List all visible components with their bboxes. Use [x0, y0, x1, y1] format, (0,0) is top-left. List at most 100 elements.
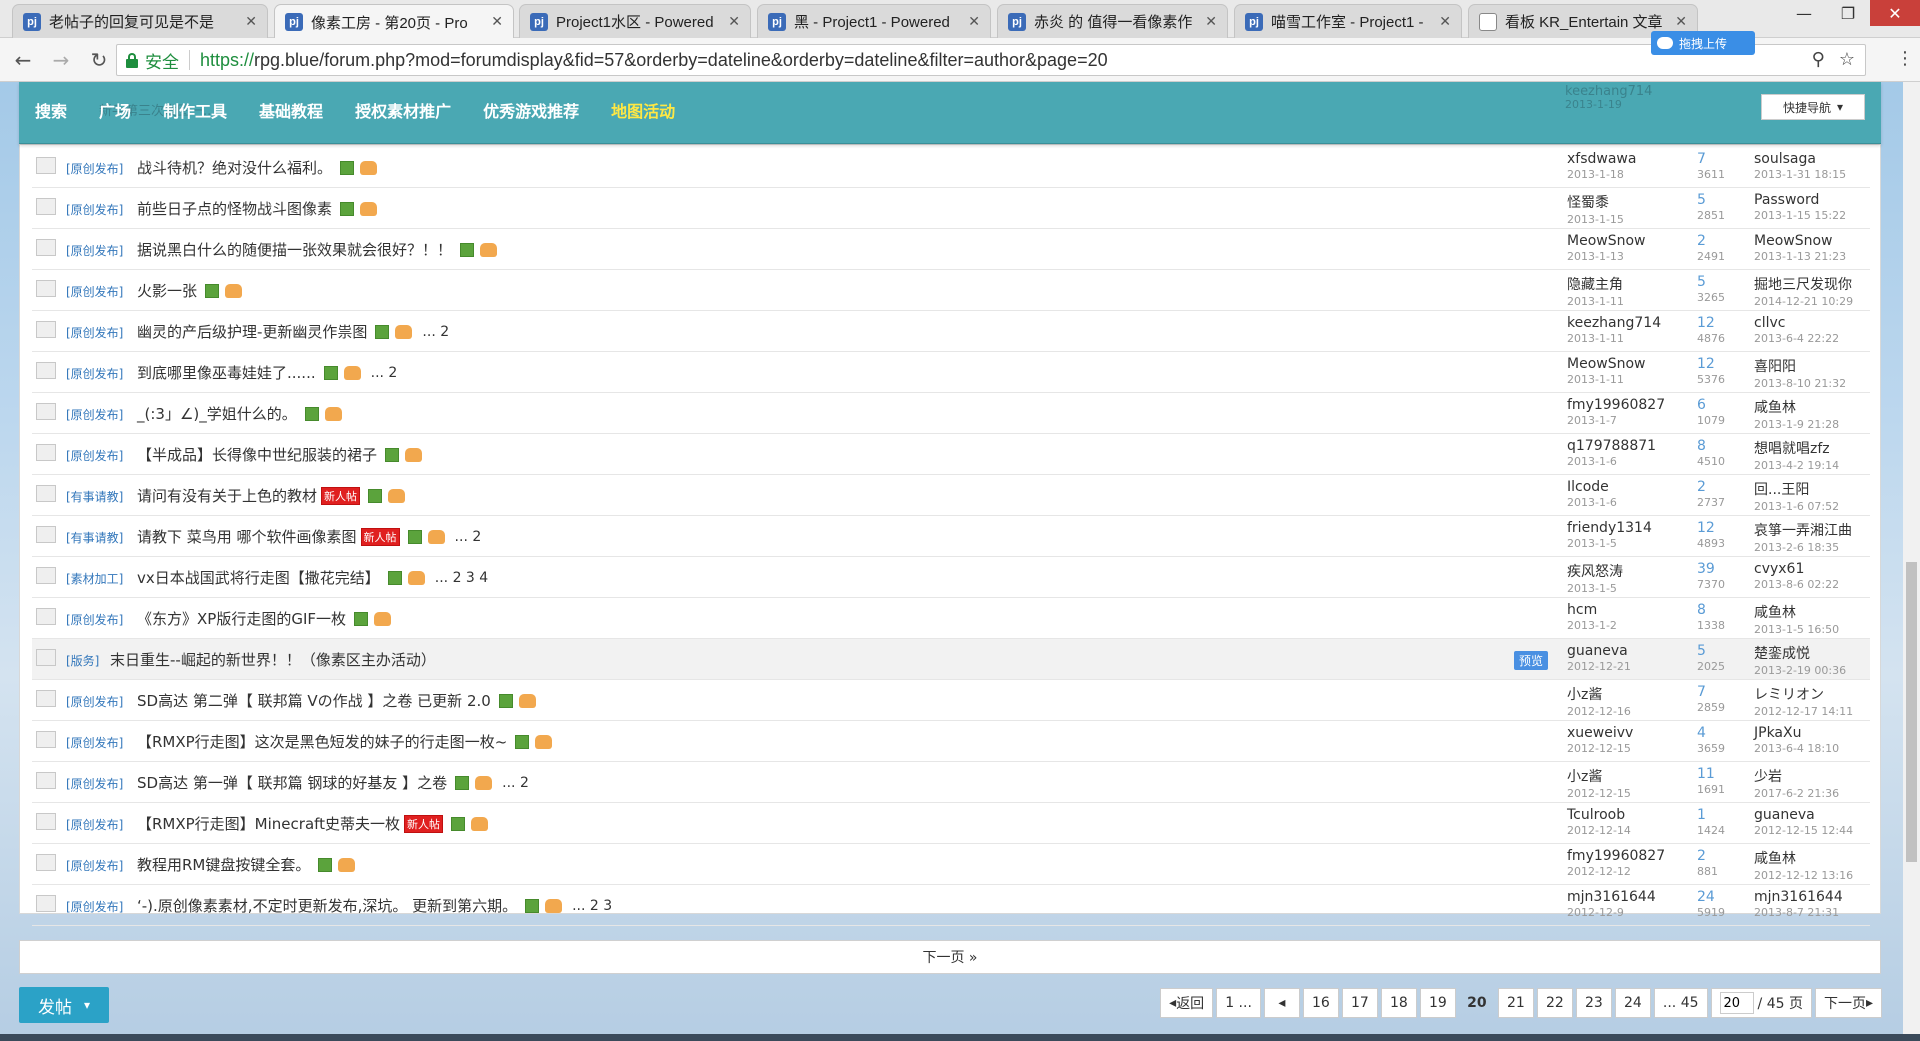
last-reply-date-link[interactable]: 2013-6-4 22:22: [1754, 332, 1870, 345]
forum-nav-link[interactable]: 基础教程: [259, 98, 323, 122]
next-page-button[interactable]: 下一页 ▸: [1814, 988, 1882, 1018]
last-reply-user-link[interactable]: レミリオン: [1754, 684, 1870, 704]
reply-count[interactable]: 8: [1697, 602, 1757, 618]
author-name-link[interactable]: guaneva: [1567, 643, 1677, 659]
page-jump-input[interactable]: [1719, 992, 1754, 1014]
thread-status-icon[interactable]: [36, 854, 56, 871]
last-reply-user-link[interactable]: 咸鱼林: [1754, 602, 1870, 622]
author-name-link[interactable]: Ilcode: [1567, 479, 1677, 495]
forum-nav-link[interactable]: 搜索: [35, 98, 67, 122]
thread-page-links[interactable]: ... 2 3: [572, 898, 612, 914]
reply-count[interactable]: 24: [1697, 889, 1757, 905]
thread-type-link[interactable]: [原创发布]: [66, 324, 123, 341]
thread-type-link[interactable]: [原创发布]: [66, 365, 123, 382]
last-reply-date-link[interactable]: 2013-1-13 21:23: [1754, 250, 1870, 263]
author-name-link[interactable]: q179788871: [1567, 438, 1677, 454]
reply-count[interactable]: 7: [1697, 684, 1757, 700]
last-reply-date-link[interactable]: 2013-2-6 18:35: [1754, 541, 1870, 554]
thread-type-link[interactable]: [原创发布]: [66, 816, 123, 833]
thread-page-links[interactable]: ... 2: [502, 775, 529, 791]
reply-count[interactable]: 5: [1697, 274, 1757, 290]
last-reply-user-link[interactable]: 掘地三尺发现你: [1754, 274, 1870, 294]
reply-count[interactable]: 5: [1697, 192, 1757, 208]
thread-type-link[interactable]: [原创发布]: [66, 693, 123, 710]
thread-type-link[interactable]: [原创发布]: [66, 898, 123, 915]
back-button[interactable]: ◂ 返回: [1160, 988, 1214, 1018]
thread-status-icon[interactable]: [36, 690, 56, 707]
last-reply-date-link[interactable]: 2013-1-5 16:50: [1754, 623, 1870, 636]
reply-count[interactable]: 12: [1697, 315, 1757, 331]
forum-nav-link[interactable]: 制作工具: [163, 98, 227, 122]
thread-page-links[interactable]: ... 2: [422, 324, 449, 340]
thread-status-icon[interactable]: [36, 157, 56, 174]
author-name-link[interactable]: MeowSnow: [1567, 356, 1677, 372]
reply-count[interactable]: 12: [1697, 356, 1757, 372]
thread-title-link[interactable]: 【RMXP行走图】这次是黑色短发的妹子的行走图一枚~: [137, 731, 507, 752]
last-reply-date-link[interactable]: 2017-6-2 21:36: [1754, 787, 1870, 800]
last-reply-user-link[interactable]: Password: [1754, 192, 1870, 208]
last-reply-user-link[interactable]: 楚銮成悦: [1754, 643, 1870, 663]
thread-title-link[interactable]: 请问有没有关于上色的教材: [137, 485, 317, 506]
page-link[interactable]: 19: [1419, 988, 1456, 1018]
thread-page-links[interactable]: ... 2 3 4: [435, 570, 488, 586]
reply-count[interactable]: 2: [1697, 479, 1757, 495]
thread-type-link[interactable]: [原创发布]: [66, 857, 123, 874]
last-reply-date-link[interactable]: 2013-1-31 18:15: [1754, 168, 1870, 181]
last-reply-date-link[interactable]: 2013-1-6 07:52: [1754, 500, 1870, 513]
last-reply-date-link[interactable]: 2013-4-2 19:14: [1754, 459, 1870, 472]
preview-button[interactable]: 预览: [1513, 651, 1548, 670]
thread-type-link[interactable]: [原创发布]: [66, 201, 123, 218]
page-scrollbar[interactable]: [1903, 82, 1920, 1041]
thread-title-link[interactable]: 幽灵的产后级护理-更新幽灵作祟图: [137, 321, 367, 342]
thread-type-link[interactable]: [原创发布]: [66, 160, 123, 177]
author-name-link[interactable]: Tculroob: [1567, 807, 1677, 823]
page-link[interactable]: 16: [1302, 988, 1339, 1018]
last-reply-user-link[interactable]: soulsaga: [1754, 151, 1870, 167]
author-name-link[interactable]: xueweivv: [1567, 725, 1677, 741]
thread-title-link[interactable]: 末日重生--崛起的新世界！！（像素区主办活动）: [110, 649, 436, 670]
reply-count[interactable]: 5: [1697, 643, 1757, 659]
author-name-link[interactable]: xfsdwawa: [1567, 151, 1677, 167]
thread-title-link[interactable]: 【半成品】长得像中世纪服装的裙子: [137, 444, 377, 465]
page-link[interactable]: 17: [1341, 988, 1378, 1018]
reply-count[interactable]: 2: [1697, 848, 1757, 864]
last-reply-date-link[interactable]: 2013-2-19 00:36: [1754, 664, 1870, 677]
thread-title-link[interactable]: ‘-).原创像素素材,不定时更新发布,深坑。 更新到第六期。: [137, 895, 517, 916]
thread-status-icon[interactable]: [36, 362, 56, 379]
author-name-link[interactable]: mjn3161644: [1567, 889, 1677, 905]
last-reply-user-link[interactable]: cllvc: [1754, 315, 1870, 331]
reply-count[interactable]: 1: [1697, 807, 1757, 823]
thread-status-icon[interactable]: [36, 280, 56, 297]
new-post-button[interactable]: 发帖 ▾: [19, 987, 109, 1023]
thread-status-icon[interactable]: [36, 608, 56, 625]
thread-status-icon[interactable]: [36, 321, 56, 338]
page-link[interactable]: 23: [1575, 988, 1612, 1018]
author-name-link[interactable]: 小z酱: [1567, 766, 1677, 786]
last-reply-user-link[interactable]: 少岩: [1754, 766, 1870, 786]
thread-title-link[interactable]: _(:3」∠)_学姐什么的。: [137, 403, 297, 424]
quick-nav-dropdown[interactable]: 快捷导航 ▾: [1761, 94, 1865, 120]
thread-type-link[interactable]: [原创发布]: [66, 283, 123, 300]
author-name-link[interactable]: 疾风怒涛: [1567, 561, 1677, 581]
author-name-link[interactable]: fmy19960827: [1567, 848, 1677, 864]
prev-page-icon[interactable]: ◂: [1263, 988, 1300, 1018]
last-reply-user-link[interactable]: 咸鱼林: [1754, 848, 1870, 868]
author-name-link[interactable]: fmy19960827: [1567, 397, 1677, 413]
thread-type-link[interactable]: [原创发布]: [66, 611, 123, 628]
author-name-link[interactable]: 隐藏主角: [1567, 274, 1677, 294]
thread-type-link[interactable]: [原创发布]: [66, 242, 123, 259]
author-name-link[interactable]: MeowSnow: [1567, 233, 1677, 249]
thread-type-link[interactable]: [原创发布]: [66, 406, 123, 423]
forum-nav-link[interactable]: 授权素材推广: [355, 98, 451, 122]
thread-title-link[interactable]: 据说黑白什么的随便描一张效果就会很好？！！: [137, 239, 452, 260]
reply-count[interactable]: 39: [1697, 561, 1757, 577]
thread-status-icon[interactable]: [36, 526, 56, 543]
last-reply-date-link[interactable]: 2013-6-4 18:10: [1754, 742, 1870, 755]
last-reply-date-link[interactable]: 2013-8-10 21:32: [1754, 377, 1870, 390]
page-link[interactable]: 24: [1614, 988, 1651, 1018]
forum-nav-link[interactable]: 优秀游戏推荐: [483, 98, 579, 122]
thread-status-icon[interactable]: [36, 895, 56, 912]
page-link[interactable]: 18: [1380, 988, 1417, 1018]
last-reply-user-link[interactable]: MeowSnow: [1754, 233, 1870, 249]
last-reply-user-link[interactable]: JPkaXu: [1754, 725, 1870, 741]
